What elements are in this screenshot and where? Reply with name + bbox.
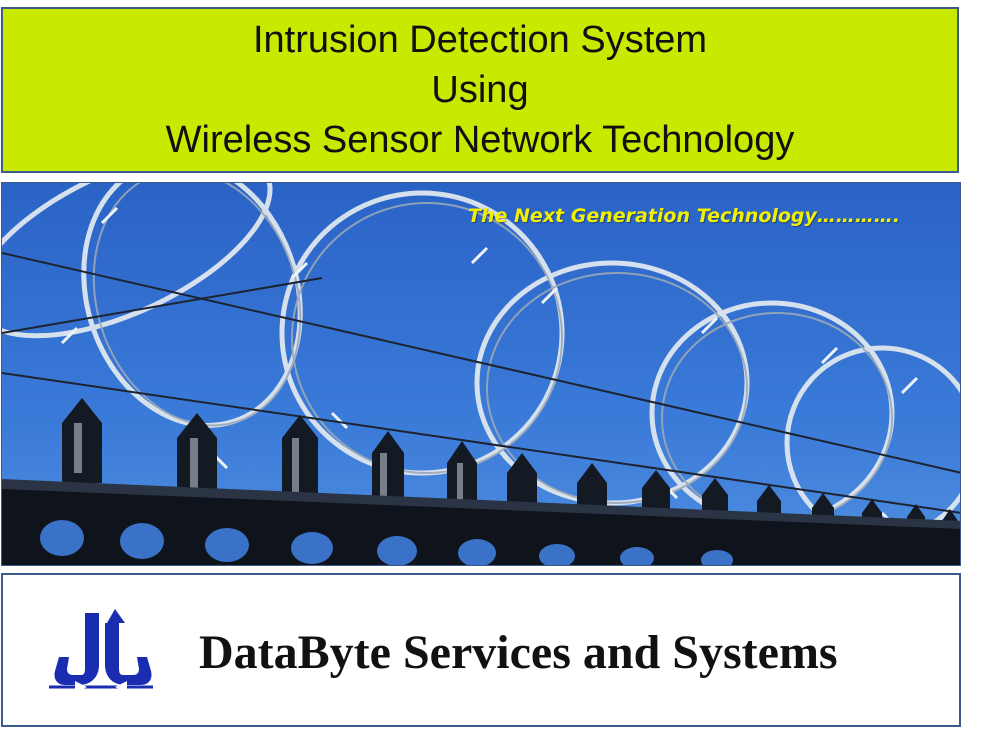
company-name: DataByte Services and Systems xyxy=(199,626,838,679)
tagline: The Next Generation Technology…………. xyxy=(468,205,901,227)
databyte-logo xyxy=(45,605,157,701)
title-line-2: Using xyxy=(431,69,529,111)
title-line-1: Intrusion Detection System xyxy=(252,19,708,61)
title-panel: Intrusion Detection System Using Wireles… xyxy=(1,7,959,173)
razor-wire-fence-image xyxy=(1,182,961,566)
title-line-3: Wireless Sensor Network Technology xyxy=(165,119,795,161)
footer-panel: DataByte Services and Systems xyxy=(1,573,961,727)
